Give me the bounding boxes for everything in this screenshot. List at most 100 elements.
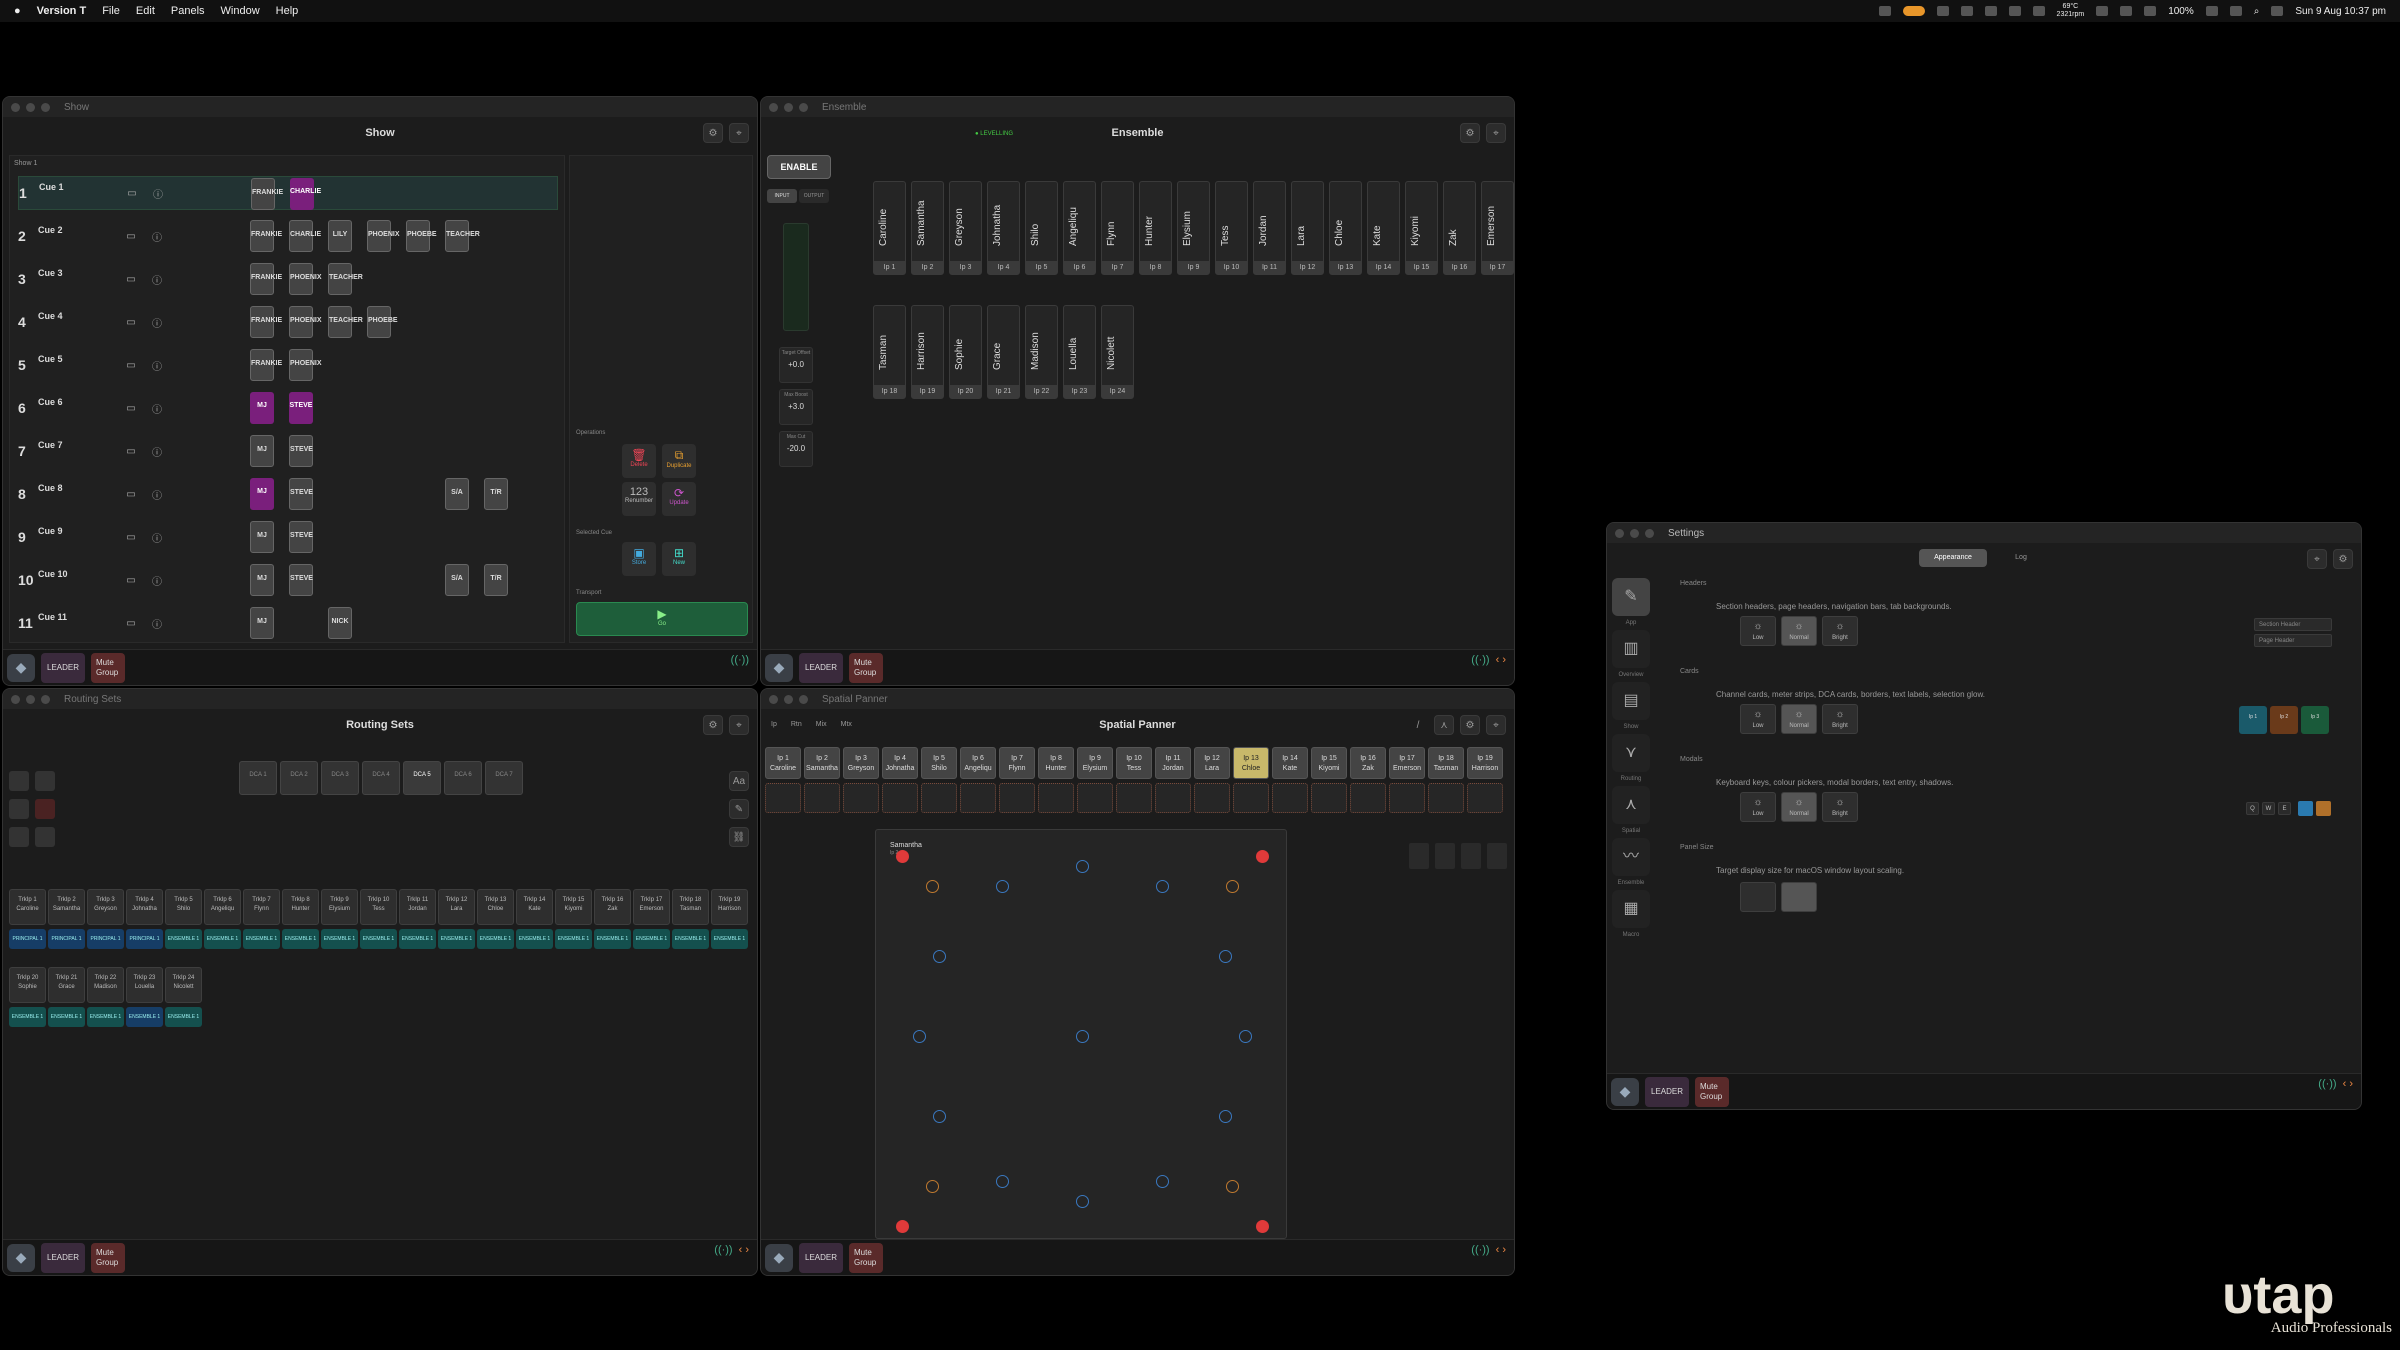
level-normal-button[interactable]: Normal ☼: [1781, 704, 1817, 734]
dca-button[interactable]: DCA 4: [362, 761, 400, 795]
mute-group-button[interactable]: Mute Group: [849, 1242, 884, 1273]
leader-button[interactable]: LEADER: [799, 1242, 844, 1273]
track-button[interactable]: TrkIp 3 Greyson: [87, 889, 124, 925]
pen-icon[interactable]: /: [1408, 715, 1428, 735]
cue-slot[interactable]: CHARLIE: [289, 220, 321, 252]
new-button[interactable]: ⊞ New: [662, 542, 696, 576]
cue-slot[interactable]: [407, 178, 431, 210]
info-icon[interactable]: ⓘ: [144, 272, 170, 287]
cue-slot[interactable]: [406, 349, 430, 381]
close-button[interactable]: [769, 694, 778, 704]
channel-strip[interactable]: Tasman Ip 18: [873, 305, 906, 399]
cue-slot[interactable]: MJ: [250, 521, 274, 553]
cue-slot[interactable]: LILY: [328, 220, 352, 252]
mute-group-button[interactable]: Mute Group: [91, 652, 126, 683]
status-icon[interactable]: [1936, 6, 1949, 16]
status-icon[interactable]: [1960, 6, 1973, 16]
nav-routing-icon[interactable]: ⋎: [1612, 734, 1650, 772]
gear-icon[interactable]: ⚙: [1460, 123, 1480, 143]
cue-slot[interactable]: MJ: [250, 607, 274, 639]
battery-readout[interactable]: 100%: [2168, 6, 2194, 17]
level-normal-button[interactable]: Normal ☼: [1781, 616, 1817, 646]
track-button[interactable]: TrkIp 20 Sophie: [9, 967, 46, 1003]
cue-slot[interactable]: [367, 392, 391, 424]
cue-slot[interactable]: [367, 564, 391, 596]
cue-slot[interactable]: FRANKIE: [250, 263, 282, 295]
text-icon[interactable]: Aa: [729, 771, 749, 791]
chip-position[interactable]: [1350, 783, 1386, 813]
cue-slot[interactable]: [367, 478, 391, 510]
status-icon[interactable]: [2120, 6, 2133, 16]
menu-edit[interactable]: Edit: [136, 5, 155, 17]
update-button[interactable]: ⟳ Update: [662, 482, 696, 516]
cue-slot[interactable]: NICK: [328, 607, 352, 639]
cue-slot[interactable]: STEVE: [289, 392, 313, 424]
track-button[interactable]: TrkIp 11 Jordan: [399, 889, 436, 925]
cue-slot[interactable]: TEACHER: [328, 263, 363, 295]
antenna-icon[interactable]: ((·)): [714, 1244, 732, 1256]
apple-icon[interactable]: ●: [14, 5, 21, 17]
renumber-button[interactable]: 123 Renumber: [622, 482, 656, 516]
track-button[interactable]: TrkIp 21 Grace: [48, 967, 85, 1003]
cue-slot[interactable]: [484, 306, 508, 338]
pin-icon[interactable]: ⌖: [1486, 123, 1506, 143]
cue-slot[interactable]: TEACHER: [445, 220, 480, 252]
cue-name[interactable]: Cue 7: [38, 438, 118, 464]
routing-set-label[interactable]: PRINCIPAL 1: [87, 929, 124, 949]
zoom-button[interactable]: [799, 102, 808, 112]
cue-slot[interactable]: [484, 607, 508, 639]
speaker-node[interactable]: [1256, 850, 1269, 863]
chip-position[interactable]: [999, 783, 1035, 813]
speaker-node[interactable]: [1219, 1110, 1232, 1123]
cue-slot[interactable]: PHOENIX: [289, 263, 322, 295]
cue-slot[interactable]: [406, 564, 430, 596]
chevrons-icon[interactable]: ‹ ›: [1496, 654, 1506, 666]
cue-slot[interactable]: [328, 435, 352, 467]
nav-show-icon[interactable]: ▤: [1612, 682, 1650, 720]
level-normal-button[interactable]: Normal ☼: [1781, 792, 1817, 822]
routing-set-label[interactable]: ENSEMBLE 1: [165, 929, 202, 949]
routing-set-label[interactable]: ENSEMBLE 1: [399, 929, 436, 949]
tab-appearance[interactable]: Appearance: [1919, 549, 1987, 567]
cue-row[interactable]: 9 Cue 9 ▭ ⓘ MJ STEVE: [18, 520, 558, 554]
routing-set-label[interactable]: ENSEMBLE 1: [477, 929, 514, 949]
cue-row[interactable]: 3 Cue 3 ▭ ⓘ FRANKIE PHOENIX TEACHER: [18, 262, 558, 296]
cue-slot[interactable]: PHOENIX: [289, 306, 322, 338]
store-icon[interactable]: ▭: [118, 317, 144, 328]
store-icon[interactable]: ▭: [118, 575, 144, 586]
close-button[interactable]: [11, 694, 20, 704]
track-button[interactable]: TrkIp 9 Elysium: [321, 889, 358, 925]
info-icon[interactable]: ⓘ: [144, 229, 170, 244]
info-icon[interactable]: ⓘ: [144, 444, 170, 459]
cue-slot[interactable]: [445, 306, 469, 338]
cue-name[interactable]: Cue 1: [39, 180, 119, 206]
tool-button[interactable]: [9, 771, 29, 791]
close-button[interactable]: [769, 102, 778, 112]
level-bright-button[interactable]: Bright ☼: [1822, 792, 1858, 822]
store-button[interactable]: ▣ Store: [622, 542, 656, 576]
track-button[interactable]: TrkIp 1 Caroline: [9, 889, 46, 925]
track-button[interactable]: TrkIp 4 Johnatha: [126, 889, 163, 925]
zoom-button[interactable]: [1645, 528, 1654, 538]
panner-source-chip[interactable]: Ip 3 Greyson: [843, 747, 879, 779]
leader-button[interactable]: LEADER: [41, 652, 86, 683]
speaker-node[interactable]: [1226, 880, 1239, 893]
track-button[interactable]: TrkIp 10 Tess: [360, 889, 397, 925]
track-button[interactable]: TrkIp 24 Nicolett: [165, 967, 202, 1003]
speaker-node[interactable]: [1226, 1180, 1239, 1193]
cue-row[interactable]: 11 Cue 11 ▭ ⓘ MJ NICK: [18, 606, 558, 640]
nav-macro-icon[interactable]: ▦: [1612, 890, 1650, 928]
level-bright-button[interactable]: Bright ☼: [1822, 616, 1858, 646]
cue-slot[interactable]: [367, 435, 391, 467]
spatial-icon[interactable]: ⋏: [1434, 715, 1454, 735]
cue-slot[interactable]: [329, 178, 353, 210]
antenna-icon[interactable]: ((·)): [731, 654, 749, 666]
speaker-node[interactable]: [1219, 950, 1232, 963]
cue-slot[interactable]: FRANKIE: [251, 178, 283, 210]
routing-set-label[interactable]: ENSEMBLE 1: [360, 929, 397, 949]
cue-slot[interactable]: [445, 435, 469, 467]
panner-source-chip[interactable]: Ip 10 Tess: [1116, 747, 1152, 779]
speaker-node[interactable]: [1156, 1175, 1169, 1188]
speaker-node[interactable]: [996, 880, 1009, 893]
app-menu[interactable]: Version T: [37, 5, 87, 17]
